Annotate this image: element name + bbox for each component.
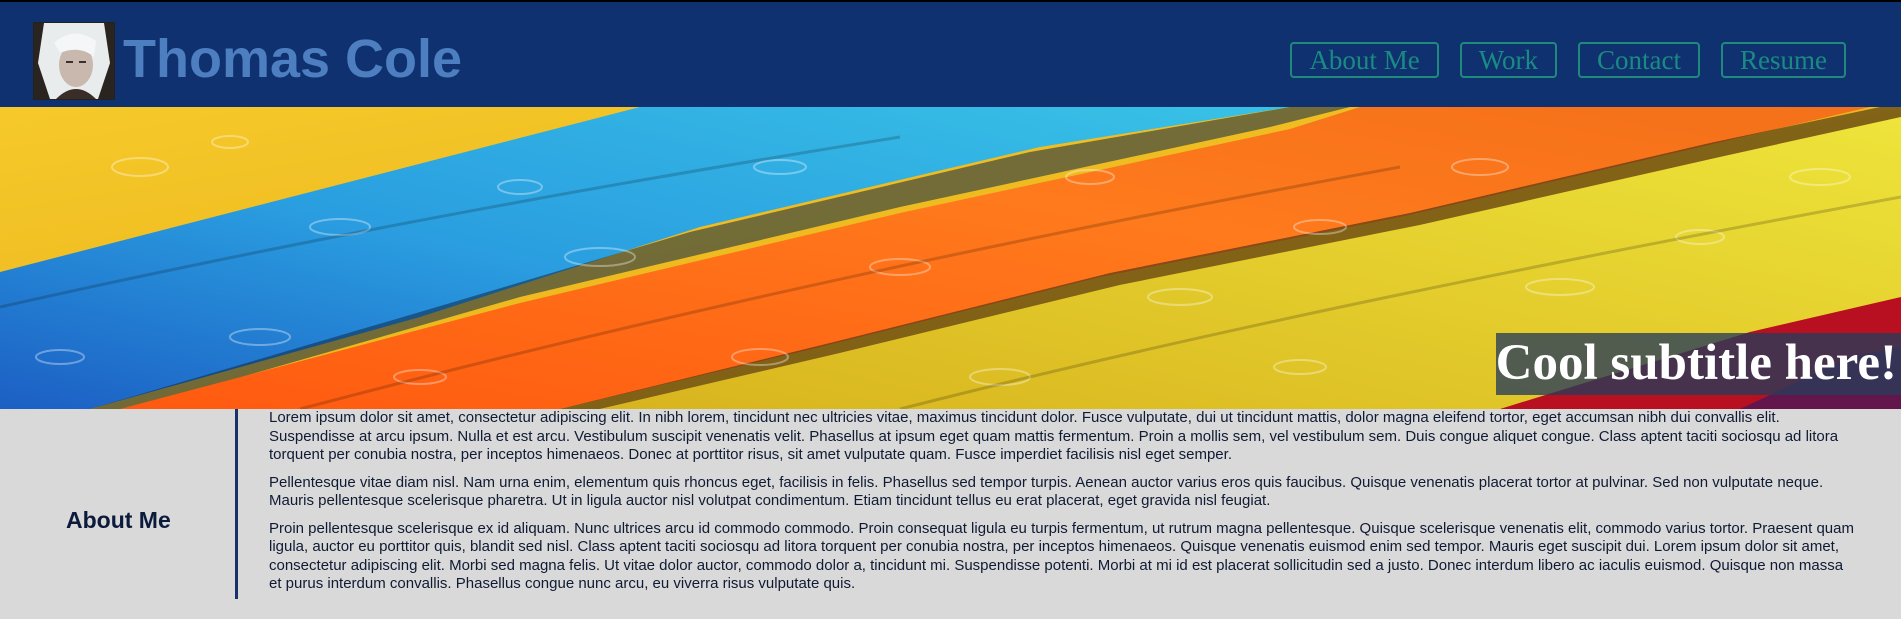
section-divider [235, 409, 238, 599]
about-paragraph: Pellentesque vitae diam nisl. Nam urna e… [269, 473, 1824, 510]
nav-contact-button[interactable]: Contact [1578, 42, 1700, 78]
about-paragraph: Lorem ipsum dolor sit amet, consectetur … [269, 409, 1839, 463]
about-body: Lorem ipsum dolor sit amet, consectetur … [269, 409, 1859, 603]
profile-avatar [33, 22, 115, 100]
hero-subtitle: Cool subtitle here! [1495, 333, 1901, 395]
main-nav: About Me Work Contact Resume [1290, 42, 1846, 78]
site-title: Thomas Cole [123, 29, 463, 89]
about-heading: About Me [66, 507, 171, 534]
about-section: About Me Lorem ipsum dolor sit amet, con… [0, 409, 1901, 619]
nav-about-me-button[interactable]: About Me [1290, 42, 1439, 78]
nav-work-button[interactable]: Work [1459, 42, 1558, 78]
avatar-portrait-image [34, 23, 114, 99]
nav-resume-button[interactable]: Resume [1721, 42, 1846, 78]
about-paragraph: Proin pellentesque scelerisque ex id ali… [269, 519, 1854, 593]
site-header: Thomas Cole About Me Work Contact Resume [0, 0, 1901, 107]
